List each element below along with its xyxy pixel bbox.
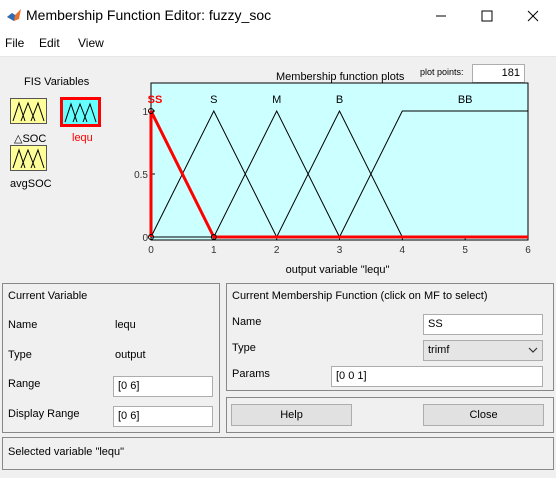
mf-params-input[interactable]: [0 0 1] — [331, 366, 543, 387]
var-type-label: Type — [8, 349, 32, 361]
mf-params-label: Params — [232, 368, 270, 380]
x-tick-label: 2 — [274, 245, 280, 256]
x-tick-label: 0 — [148, 245, 154, 256]
mf-label-m[interactable]: M — [272, 94, 281, 106]
x-tick-label: 3 — [337, 245, 343, 256]
x-tick-label: 1 — [211, 245, 217, 256]
x-tick-label: 6 — [525, 245, 531, 256]
y-tick-label: 1 — [142, 107, 148, 118]
mf-type-value: trimf — [428, 344, 450, 356]
x-axis-label: output variable "lequ" — [286, 264, 390, 276]
help-button[interactable]: Help — [231, 404, 352, 426]
range-label: Range — [8, 378, 41, 390]
mf-label-ss[interactable]: SS — [148, 94, 163, 106]
range-input[interactable]: [0 6] — [113, 376, 213, 397]
mf-type-select[interactable]: trimf — [423, 340, 543, 361]
mf-label-b[interactable]: B — [336, 94, 343, 106]
x-tick-label: 5 — [462, 245, 468, 256]
display-range-label: Display Range — [8, 408, 80, 420]
current-mf-panel: Current Membership Function (click on MF… — [226, 283, 554, 391]
y-tick-label: 0 — [142, 233, 148, 244]
current-variable-panel: Current Variable Name lequ Type output R… — [2, 283, 220, 433]
current-mf-heading: Current Membership Function (click on MF… — [232, 290, 488, 302]
current-variable-heading: Current Variable — [8, 290, 88, 302]
mf-label-bb[interactable]: BB — [458, 94, 473, 106]
mf-name-label: Name — [232, 316, 262, 328]
mf-label-s[interactable]: S — [210, 94, 217, 106]
button-panel: Help Close — [226, 397, 554, 433]
status-text: Selected variable "lequ" — [8, 446, 125, 458]
mf-name-input[interactable]: SS — [423, 314, 543, 335]
x-tick-label: 4 — [400, 245, 406, 256]
var-name-label: Name — [8, 319, 38, 331]
close-button[interactable]: Close — [423, 404, 544, 426]
chevron-down-icon — [528, 347, 538, 353]
y-tick-label: 0.5 — [134, 170, 148, 181]
mf-plot[interactable]: 0 1 2 3 4 5 600.51 SS S M B BB output variable "le… — [0, 0, 556, 280]
var-type-value: output — [115, 349, 146, 361]
mf-type-label: Type — [232, 342, 256, 354]
plot-area[interactable] — [150, 82, 529, 241]
var-name-value: lequ — [115, 319, 136, 331]
display-range-input[interactable]: [0 6] — [113, 406, 213, 427]
status-bar: Selected variable "lequ" — [2, 437, 554, 470]
